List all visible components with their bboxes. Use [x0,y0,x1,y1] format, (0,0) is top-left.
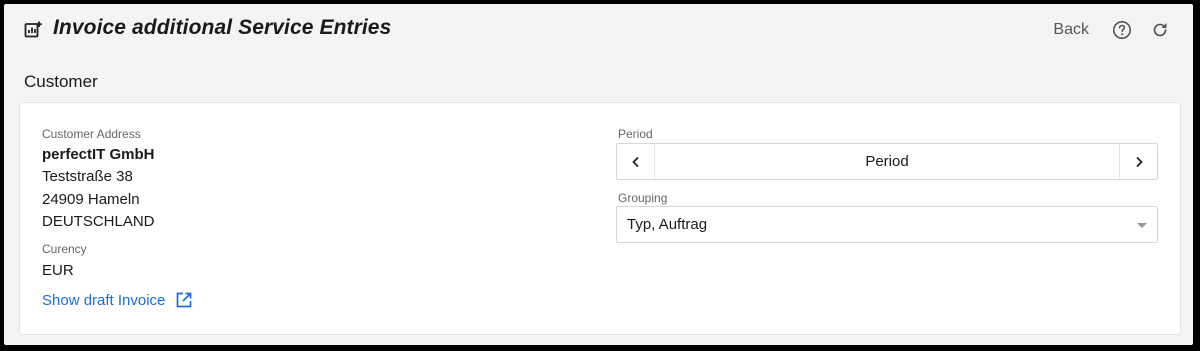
show-draft-invoice-label: Show draft Invoice [42,291,166,309]
customer-city: 24909 Hameln [42,191,140,208]
page-title: Invoice additional Service Entries [53,16,392,39]
period-value[interactable]: Period [655,144,1119,179]
customer-street: Teststraße 38 [42,168,133,185]
chevron-right-icon[interactable] [1119,144,1157,179]
period-navigator: Period [616,143,1158,180]
currency-value: EUR [42,262,74,279]
app-window: Invoice additional Service Entries Back … [4,4,1193,345]
page-header: Invoice additional Service Entries Back [4,4,1193,56]
grouping-select[interactable]: Typ, Auftrag [616,206,1158,243]
add-chart-icon [24,21,42,39]
back-button[interactable]: Back [1053,21,1089,39]
section-title: Customer [24,72,98,91]
refresh-icon[interactable] [1149,19,1171,41]
chevron-left-icon[interactable] [617,144,655,179]
customer-card: Customer Address perfectIT GmbH Teststra… [19,102,1181,335]
open-in-new-icon [177,292,192,308]
header-actions: Back [1053,17,1171,43]
currency-label: Curency [42,242,87,256]
grouping-label: Grouping [618,191,668,205]
show-draft-invoice-link[interactable]: Show draft Invoice [42,291,193,309]
help-circle-icon[interactable] [1111,19,1133,41]
dropdown-caret-icon [1137,223,1147,228]
customer-address-label: Customer Address [42,127,141,141]
period-label: Period [618,127,653,141]
grouping-selected-value: Typ, Auftrag [627,216,708,233]
customer-country: DEUTSCHLAND [42,213,155,230]
customer-name: perfectIT GmbH [42,146,155,163]
